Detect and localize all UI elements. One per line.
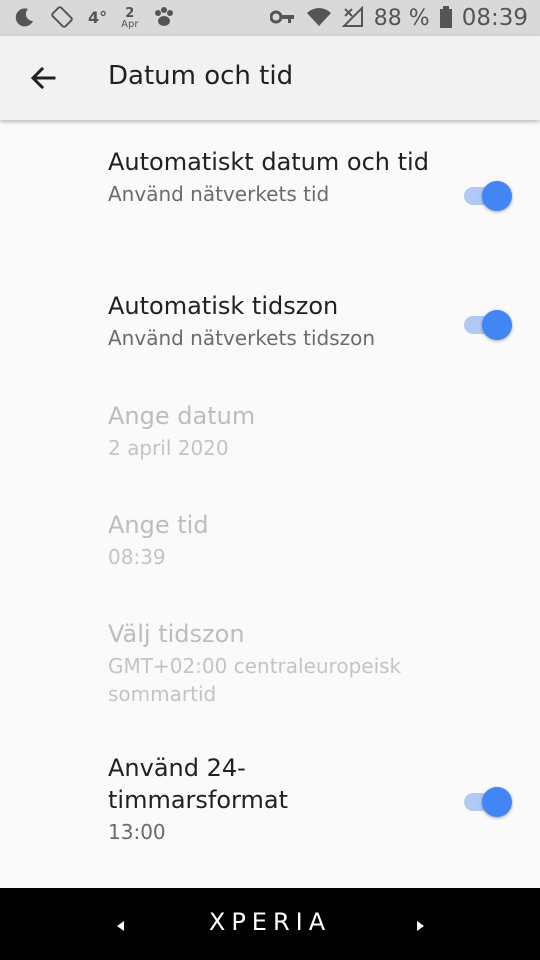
wifi-icon xyxy=(306,6,332,31)
no-signal-icon xyxy=(341,5,364,31)
setting-title: Ange datum xyxy=(108,402,256,430)
setting-summary: GMT+02:00 centraleuropeisk sommartid xyxy=(108,654,402,706)
toggle-thumb xyxy=(482,787,512,817)
setting-summary: 13:00 xyxy=(108,820,166,844)
brand-logo: XPERIA xyxy=(208,908,332,936)
clock: 08:39 xyxy=(461,5,528,31)
app-bar: Datum och tid xyxy=(0,36,540,120)
moon-icon xyxy=(14,6,36,31)
setting-auto-date-time[interactable]: Automatiskt datum och tid Använd nätverk… xyxy=(108,146,438,208)
page-title: Datum och tid xyxy=(108,61,294,91)
toggle-thumb xyxy=(482,181,512,211)
toggle-thumb xyxy=(482,310,512,340)
date-month: Apr xyxy=(121,18,139,30)
setting-24-hour-format[interactable]: Använd 24-timmarsformat 13:00 xyxy=(108,752,408,846)
setting-set-date[interactable]: Ange datum 2 april 2020 xyxy=(108,400,438,462)
setting-title: Automatisk tidszon xyxy=(108,292,339,320)
key-icon xyxy=(269,8,296,28)
status-left: 4° 2 Apr xyxy=(14,0,176,36)
setting-auto-timezone[interactable]: Automatisk tidszon Använd nätverkets tid… xyxy=(108,290,438,352)
setting-title: Välj tidszon xyxy=(108,620,245,648)
nav-forward-icon[interactable] xyxy=(417,921,424,931)
setting-select-timezone[interactable]: Välj tidszon GMT+02:00 centraleuropeisk … xyxy=(108,618,438,708)
setting-summary: 2 april 2020 xyxy=(108,436,229,460)
setting-title: Ange tid xyxy=(108,511,209,539)
auto-date-time-toggle[interactable] xyxy=(462,179,512,211)
setting-title: Använd 24-timmarsformat xyxy=(108,754,288,814)
battery-icon xyxy=(439,5,452,31)
status-bar: 4° 2 Apr 88 % 08:39 xyxy=(0,0,540,36)
24-hour-format-toggle[interactable] xyxy=(462,785,512,817)
setting-summary: 08:39 xyxy=(108,545,166,569)
back-button[interactable] xyxy=(26,60,62,96)
paw-icon xyxy=(152,6,176,31)
status-right: 88 % 08:39 xyxy=(269,0,528,36)
rotate-icon xyxy=(50,5,74,32)
date-day: 2 xyxy=(125,5,135,21)
setting-set-time[interactable]: Ange tid 08:39 xyxy=(108,509,438,571)
battery-percent: 88 % xyxy=(373,5,430,31)
arrow-left-icon xyxy=(30,66,56,90)
calendar-icon: 2 Apr xyxy=(121,7,138,30)
auto-timezone-toggle[interactable] xyxy=(462,308,512,340)
temperature-icon: 4° xyxy=(88,8,108,27)
setting-summary: Använd nätverkets tid xyxy=(108,182,330,206)
setting-summary: Använd nätverkets tidszon xyxy=(108,326,376,350)
setting-title: Automatiskt datum och tid xyxy=(108,148,429,176)
